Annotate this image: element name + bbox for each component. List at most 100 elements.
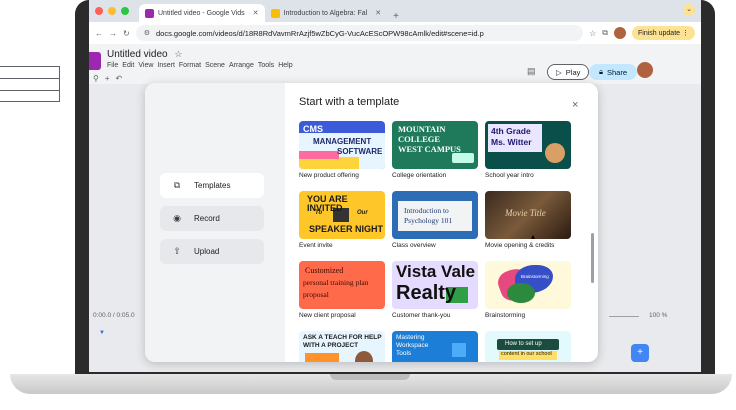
star-icon[interactable]: ☆ — [174, 49, 182, 59]
search-icon[interactable]: ⚲ — [93, 74, 99, 83]
menu-format[interactable]: Format — [179, 62, 201, 69]
close-tab-icon[interactable]: ✕ — [253, 9, 259, 17]
close-icon[interactable]: × — [572, 99, 578, 111]
timeline-time: 0:00.0 / 0:05.0 — [93, 312, 135, 319]
bookmark-star-icon[interactable]: ☆ — [589, 29, 596, 38]
menu-tools[interactable]: Tools — [258, 62, 274, 69]
thumb-text: 4th Grade — [491, 126, 531, 136]
thumb-text: content in our school — [501, 351, 552, 357]
address-bar: ← → ↻ ⚙ docs.google.com/videos/d/18R8RdV… — [89, 22, 701, 44]
menu-insert[interactable]: Insert — [157, 62, 175, 69]
sidebar-item-record[interactable]: ◉ Record — [160, 206, 264, 231]
sidebar-item-label: Upload — [194, 247, 220, 256]
thumb-text: personal training plan — [303, 278, 369, 287]
new-tab-button[interactable]: + — [387, 11, 405, 22]
thumb-text: WITH A PROJECT — [303, 342, 359, 349]
maximize-window-dot[interactable] — [121, 7, 129, 15]
share-label: Share — [607, 67, 628, 77]
sidebar-item-label: Record — [194, 214, 220, 223]
thumb-text: WEST CAMPUS — [398, 144, 461, 154]
play-button[interactable]: ▷ Play — [547, 64, 590, 80]
profile-avatar[interactable] — [614, 27, 627, 39]
thumb-text: MANAGEMENT — [313, 137, 372, 146]
account-avatar[interactable] — [637, 62, 653, 78]
minimize-window-dot[interactable] — [108, 7, 116, 15]
thumb-text: SOFTWARE — [337, 147, 383, 156]
doc-title-row: Untitled video ☆ — [107, 49, 182, 60]
reload-icon[interactable]: ↻ — [123, 29, 130, 38]
doc-title[interactable]: Untitled video — [107, 49, 168, 60]
template-thumbnail: Mastering Workspace Tools — [392, 331, 478, 362]
playhead-marker-icon[interactable]: ▼ — [99, 330, 105, 336]
template-label: Class overview — [392, 242, 436, 249]
template-label: New product offering — [299, 172, 359, 179]
mouse-cursor-icon: ▴ — [531, 232, 536, 241]
lock-icon: 🔒︎ — [599, 67, 603, 76]
finish-update-label: Finish update — [638, 29, 681, 37]
tab-search-icon[interactable]: ⌄ — [683, 4, 695, 16]
thumb-text: To — [315, 210, 323, 216]
thumb-text: Tools — [396, 350, 412, 357]
slides-favicon-icon — [270, 8, 280, 18]
template-label: Brainstorming — [485, 312, 526, 319]
dialog-scrollbar[interactable] — [591, 233, 594, 283]
close-window-dot[interactable] — [95, 7, 103, 15]
back-icon[interactable]: ← — [95, 29, 103, 38]
menu-file[interactable]: File — [107, 62, 118, 69]
forward-icon[interactable]: → — [109, 29, 117, 38]
thumb-text: ASK A TEACH FOR HELP — [303, 334, 382, 341]
url-field[interactable]: ⚙ docs.google.com/videos/d/18R8RdVavmRrA… — [135, 25, 584, 41]
thumb-text: SPEAKER NIGHT — [309, 224, 384, 234]
browser-tab-algebra[interactable]: Introduction to Algebra: Fal ✕ — [265, 4, 388, 22]
site-info-icon[interactable]: ⚙ — [144, 29, 150, 37]
sidebar-item-label: Templates — [194, 181, 231, 190]
toolbar: ⚲ + ↶ — [93, 74, 122, 83]
template-thumbnail: 4th Grade Ms. Witter — [485, 121, 571, 169]
extensions-icon[interactable]: ⧉ — [602, 28, 608, 38]
thumb-text: Ms. Witter — [491, 137, 532, 147]
zoom-level: 100 % — [649, 312, 668, 319]
template-icon: ⧉ — [173, 180, 181, 190]
stage: Untitled video - Google Vids ✕ Introduct… — [0, 0, 736, 410]
vids-favicon-icon — [145, 8, 154, 18]
menu-view[interactable]: View — [138, 62, 153, 69]
thumb-text: Realty — [396, 282, 457, 304]
thumb-text: How to set up — [505, 341, 542, 347]
menu-scene[interactable]: Scene — [205, 62, 225, 69]
tab-title: Untitled video - Google Vids — [158, 9, 245, 17]
thumb-text: proposal — [303, 290, 329, 299]
menu-bar: File Edit View Insert Format Scene Arran… — [107, 62, 293, 69]
zoom-slider[interactable] — [609, 316, 639, 317]
template-thumbnail: Customized personal training plan propos… — [299, 261, 385, 309]
decorative-lines — [0, 66, 60, 102]
template-thumbnail: Movie Title — [485, 191, 571, 239]
thumb-text: Our — [357, 210, 368, 216]
template-thumbnail: Vista Vale Realty — [392, 261, 478, 309]
thumb-text: CMS — [303, 124, 323, 134]
menu-edit[interactable]: Edit — [122, 62, 134, 69]
template-label: Event invite — [299, 242, 333, 249]
share-button[interactable]: 🔒︎ Share — [589, 64, 638, 80]
template-label: New client proposal — [299, 312, 356, 319]
template-thumbnail: Introduction to Psychology 101 — [392, 191, 478, 239]
window-controls — [95, 0, 129, 22]
dialog-sidebar: ⧉ Templates ◉ Record ⇧ Upload — [145, 83, 285, 362]
finish-update-button[interactable]: Finish update ⋮ — [632, 26, 695, 40]
decorative-line — [0, 78, 60, 79]
thumb-text: Vista Vale — [396, 262, 476, 281]
thumb-text: Psychology 101 — [404, 216, 453, 225]
sidebar-item-templates[interactable]: ⧉ Templates — [160, 173, 264, 198]
menu-help[interactable]: Help — [278, 62, 292, 69]
comments-icon[interactable]: ▤ — [527, 66, 536, 77]
thumb-text: Movie Title — [505, 208, 546, 218]
browser-tab-vids[interactable]: Untitled video - Google Vids ✕ — [139, 4, 265, 22]
thumb-text: COLLEGE — [398, 134, 441, 144]
sidebar-item-upload[interactable]: ⇧ Upload — [160, 239, 264, 264]
vids-logo-icon[interactable] — [89, 52, 101, 70]
add-icon[interactable]: + — [105, 74, 110, 83]
undo-icon[interactable]: ↶ — [116, 74, 123, 83]
close-tab-icon[interactable]: ✕ — [375, 9, 381, 17]
thumb-text: Mastering — [396, 334, 425, 341]
menu-arrange[interactable]: Arrange — [229, 62, 254, 69]
add-scene-button[interactable]: + — [631, 344, 649, 362]
